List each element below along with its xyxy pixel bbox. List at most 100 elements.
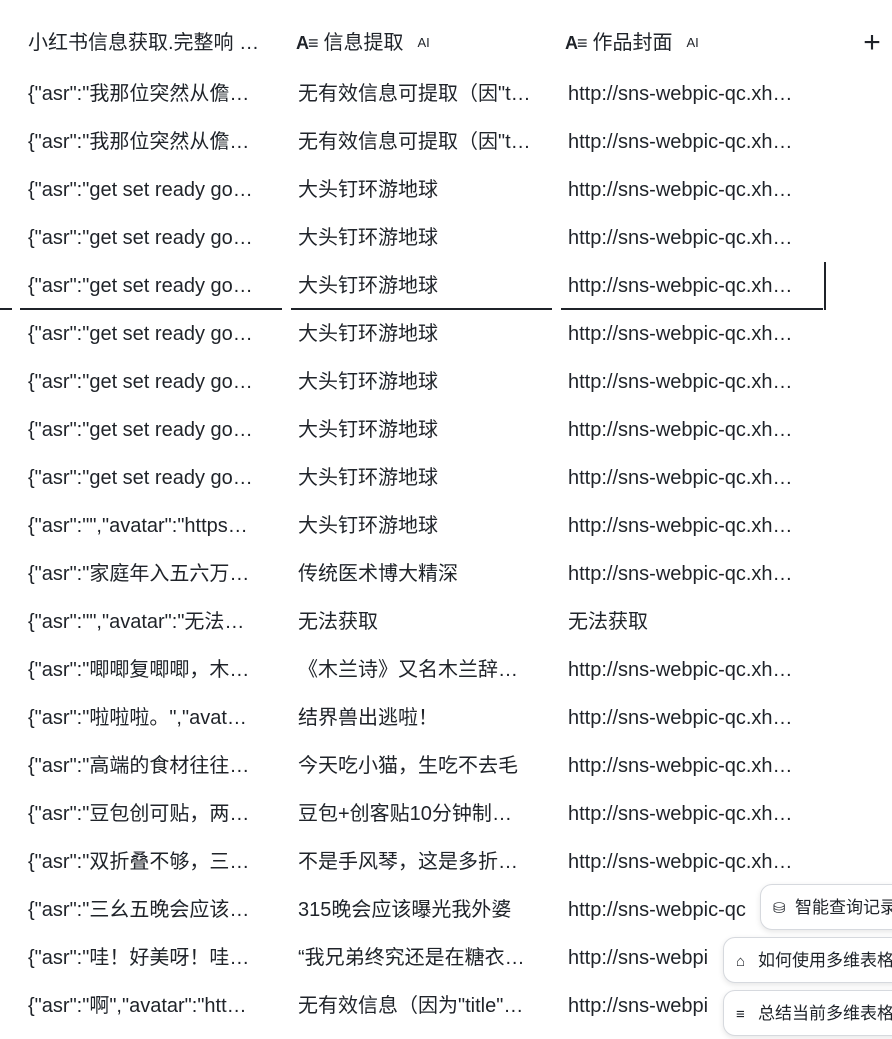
cell-response[interactable]: {"asr":"双折叠不够，三 [28,838,272,886]
cell-text: {"asr":"啦啦啦。","avat [28,707,227,729]
cell-cover[interactable]: http://sns-webpic-qc.xh [568,70,812,118]
cell-cover[interactable]: http://sns-webpic-qc.xh [568,790,812,838]
cell-cover[interactable]: http://sns-webpic-qc.xh [568,310,812,358]
table-row[interactable]: {"asr":"get set ready go 大头钉环游地球 http://sn… [0,406,892,454]
cell-cover[interactable]: http://sns-webpic-qc.xh [568,502,812,550]
table-row[interactable]: {"asr":"get set ready go 大头钉环游地球 http://sn… [0,166,892,214]
cell-cover[interactable]: http://sns-webpic-qc.xh [568,742,812,790]
cell-text: {"asr":"","avatar":"无法 [28,611,225,633]
cell-info-extraction[interactable]: 无有效信息可提取（因"t [298,70,544,118]
table-row[interactable]: {"asr":"get set ready go 大头钉环游地球 http://sn… [0,214,892,262]
cell-info-extraction[interactable]: “我兄弟终究还是在糖衣 [298,934,544,982]
table-row[interactable]: {"asr":"双折叠不够，三 不是手风琴，这是多折 http://sns-webp… [0,838,892,886]
cell-info-extraction[interactable]: 今天吃小猫，生吃不去毛 [298,742,544,790]
cell-info-extraction[interactable]: 无有效信息（因为"title" [298,982,544,1030]
cell-info-extraction[interactable]: 大头钉环游地球 [298,262,544,310]
cell-cover[interactable]: http://sns-webpic-qc.xh [568,454,812,502]
cell-response[interactable]: {"asr":"高端的食材往往 [28,742,272,790]
cell-cover[interactable]: http://sns-webpic-qc.xh [568,262,812,310]
cell-info-extraction[interactable]: 不是手风琴，这是多折 [298,838,544,886]
cell-text: http://sns-webpic-qc.xh [568,755,773,777]
suggestion-chip-summarize[interactable]: ≡ 总结当前多维表格 [723,990,892,1036]
cell-response[interactable]: {"asr":"get set ready go [28,262,272,310]
table-row[interactable]: {"asr":"家庭年入五六万 传统医术博大精深 http://sns-webpic… [0,550,892,598]
table-row[interactable]: {"asr":"","avatar":"无法 无法获取 无法获取 [0,598,892,646]
cell-response[interactable]: {"asr":"","avatar":"https [28,502,272,550]
cell-cover[interactable]: http://sns-webpic-qc.xh [568,118,812,166]
cell-info-extraction[interactable]: 大头钉环游地球 [298,454,544,502]
cell-response[interactable]: {"asr":"我那位突然从儋 [28,118,272,166]
cell-info-extraction[interactable]: 结界兽出逃啦！ [298,694,544,742]
ai-text-field-icon: A≡ [565,33,587,53]
summary-list-icon: ≡ [736,1006,745,1023]
cell-info-extraction[interactable]: 大头钉环游地球 [298,214,544,262]
cell-cover[interactable]: http://sns-webpic-qc.xh [568,550,812,598]
table-row[interactable]: {"asr":"我那位突然从儋 无有效信息可提取（因"t http://sns-we… [0,118,892,166]
cell-response[interactable]: {"asr":"get set ready go [28,166,272,214]
cell-text: {"asr":"双折叠不够，三 [28,851,230,873]
cell-text: http://sns-webpic-qc.xh [568,851,773,873]
cell-response[interactable]: {"asr":"get set ready go [28,214,272,262]
column-header-xiaohongshu-response[interactable]: 小红书信息获取.完整响 [28,21,272,65]
table-row[interactable]: {"asr":"我那位突然从儋 无有效信息可提取（因"t http://sns-we… [0,70,892,118]
ai-text-field-icon: A≡ [296,33,318,53]
cell-response[interactable]: {"asr":"get set ready go [28,358,272,406]
cell-text: http://sns-webpic-qc.xh [568,803,773,825]
cell-response[interactable]: {"asr":"哇！好美呀！哇 [28,934,272,982]
cell-response[interactable]: {"asr":"唧唧复唧唧，木 [28,646,272,694]
cell-cover[interactable]: http://sns-webpic-qc.xh [568,214,812,262]
cell-info-extraction[interactable]: 豆包+创客贴10分钟制 [298,790,544,838]
table-row[interactable]: {"asr":"唧唧复唧唧，木 《木兰诗》又名木兰辞 http://sns-webp… [0,646,892,694]
table-row[interactable]: {"asr":"get set ready go 大头钉环游地球 http://sn… [0,310,892,358]
cell-info-extraction[interactable]: 大头钉环游地球 [298,502,544,550]
cell-info-extraction[interactable]: 大头钉环游地球 [298,358,544,406]
cell-cover[interactable]: http://sns-webpic-qc.xh [568,838,812,886]
cell-cover[interactable]: 无法获取 [568,598,812,646]
cell-cover[interactable]: http://sns-webpic-qc.xh [568,358,812,406]
cell-info-extraction[interactable]: 无有效信息可提取（因"t [298,118,544,166]
cell-info-extraction[interactable]: 315晚会应该曝光我外婆 [298,886,544,934]
column-header-cover[interactable]: A≡ 作品封面 AI [565,21,809,65]
cell-response[interactable]: {"asr":"三幺五晚会应该 [28,886,272,934]
cell-info-extraction[interactable]: 无法获取 [298,598,544,646]
table-row[interactable]: {"asr":"get set ready go 大头钉环游地球 http://sn… [0,358,892,406]
cell-text: 豆包+创客贴10分钟制 [298,803,492,825]
cell-response[interactable]: {"asr":"","avatar":"无法 [28,598,272,646]
table-row[interactable]: {"asr":"豆包创可贴，两 豆包+创客贴10分钟制 http://sns-web… [0,790,892,838]
cell-text: 无有效信息可提取（因"t [298,131,511,153]
column-header-info-extraction[interactable]: A≡ 信息提取 AI [296,21,542,65]
cell-cover[interactable]: http://sns-webpic-qc.xh [568,406,812,454]
cell-response[interactable]: {"asr":"家庭年入五六万 [28,550,272,598]
cell-response[interactable]: {"asr":"啊","avatar":"htt [28,982,272,1030]
cell-response[interactable]: {"asr":"豆包创可贴，两 [28,790,272,838]
cell-cover[interactable]: http://sns-webpic-qc.xh [568,694,812,742]
cell-text: http://sns-webpic-qc.xh [568,563,773,585]
suggestion-chip-how-to-use[interactable]: ⌂ 如何使用多维表格 [723,937,892,983]
cell-text: http://sns-webpic-qc.xh [568,179,773,201]
table-row[interactable]: {"asr":"get set ready go 大头钉环游地球 http://sn… [0,262,892,310]
table-row[interactable]: {"asr":"啦啦啦。","avat 结界兽出逃啦！ http://sns-web… [0,694,892,742]
cell-cover[interactable]: http://sns-webpic-qc.xh [568,646,812,694]
cell-cover[interactable]: http://sns-webpic-qc.xh [568,166,812,214]
table-row[interactable]: {"asr":"三幺五晚会应该 315晚会应该曝光我外婆 http://sns-we… [0,886,892,934]
table-row[interactable]: {"asr":"","avatar":"https 大头钉环游地球 http://s… [0,502,892,550]
table-row[interactable]: {"asr":"高端的食材往往 今天吃小猫，生吃不去毛 http://sns-web… [0,742,892,790]
cell-text: 无有效信息（因为"title" [298,995,504,1017]
cell-info-extraction[interactable]: 大头钉环游地球 [298,406,544,454]
cell-response[interactable]: {"asr":"get set ready go [28,454,272,502]
add-column-button[interactable]: + [858,21,886,65]
cell-info-extraction[interactable]: 传统医术博大精深 [298,550,544,598]
cell-info-extraction[interactable]: 大头钉环游地球 [298,310,544,358]
cell-response[interactable]: {"asr":"get set ready go [28,310,272,358]
cell-info-extraction[interactable]: 《木兰诗》又名木兰辞 [298,646,544,694]
table-header-row: 小红书信息获取.完整响 A≡信息提取AI A≡作品封面AI + [0,21,892,65]
cell-text: http://sns-webpic-qc.xh [568,275,773,297]
cell-info-extraction[interactable]: 大头钉环游地球 [298,166,544,214]
cell-response[interactable]: {"asr":"get set ready go [28,406,272,454]
suggestion-chip-smart-query[interactable]: ⛁ 智能查询记录 [760,884,892,930]
cell-text: {"asr":"get set ready go [28,419,233,441]
cell-text: http://sns-webpic-qc.xh [568,659,773,681]
table-row[interactable]: {"asr":"get set ready go 大头钉环游地球 http://sn… [0,454,892,502]
cell-response[interactable]: {"asr":"啦啦啦。","avat [28,694,272,742]
cell-response[interactable]: {"asr":"我那位突然从儋 [28,70,272,118]
